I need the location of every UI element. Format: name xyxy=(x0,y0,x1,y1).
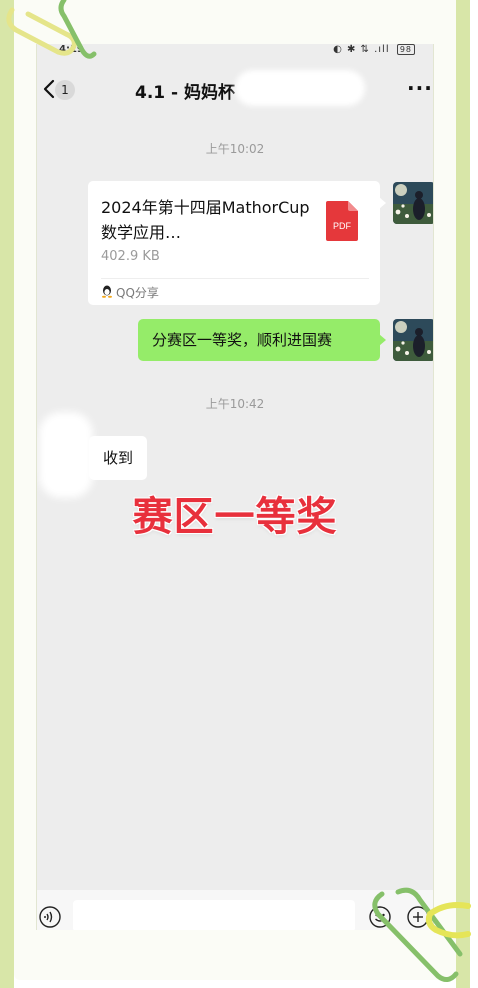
qq-penguin-icon xyxy=(102,285,112,298)
bubble-tail xyxy=(379,197,386,209)
pdf-type-label: PDF xyxy=(333,221,352,231)
file-message-card[interactable]: 2024年第十四届MathorCup数学应用… 402.9 KB PDF QQ分… xyxy=(88,181,380,305)
avatar-image xyxy=(393,319,433,361)
avatar[interactable] xyxy=(393,319,433,361)
unread-badge[interactable]: 1 xyxy=(55,80,75,100)
chat-header: 1 4.1 - 妈妈杯 ··· xyxy=(37,70,433,110)
redaction-blur xyxy=(235,70,365,106)
chat-screen: 4:19 ◐ ✱ ⇅ .ıll 98 1 4.1 - 妈妈杯 ··· 上午10:… xyxy=(36,44,434,930)
avatar-image xyxy=(393,182,433,224)
avatar[interactable] xyxy=(393,182,433,224)
chat-title: 4.1 - 妈妈杯 xyxy=(135,83,236,103)
more-icon[interactable]: ··· xyxy=(407,76,433,100)
overlay-caption: 赛区一等奖 xyxy=(132,494,338,540)
sent-message-bubble[interactable]: 分赛区一等奖，顺利进国赛 xyxy=(138,319,380,361)
divider xyxy=(101,278,369,279)
file-name: 2024年第十四届MathorCup数学应用… xyxy=(101,198,310,242)
timestamp: 上午10:42 xyxy=(205,397,265,411)
status-icons: ◐ ✱ ⇅ .ıll 98 xyxy=(333,44,415,55)
status-icons-glyphs: ◐ ✱ ⇅ .ıll xyxy=(333,44,390,55)
file-source-label: QQ分享 xyxy=(116,286,159,300)
paperclip-decoration xyxy=(372,887,471,982)
paperclip-decoration xyxy=(6,0,97,59)
voice-icon[interactable] xyxy=(39,906,61,928)
message-input[interactable] xyxy=(73,900,355,930)
file-size: 402.9 KB xyxy=(101,249,160,264)
received-message-bubble[interactable]: 收到 xyxy=(89,436,147,480)
battery-icon: 98 xyxy=(396,44,415,55)
frame-right-bar xyxy=(456,0,470,988)
timestamp: 上午10:02 xyxy=(205,142,265,156)
frame-left-bar xyxy=(0,0,14,988)
pdf-file-icon: PDF xyxy=(326,201,358,241)
bubble-tail xyxy=(379,334,386,346)
